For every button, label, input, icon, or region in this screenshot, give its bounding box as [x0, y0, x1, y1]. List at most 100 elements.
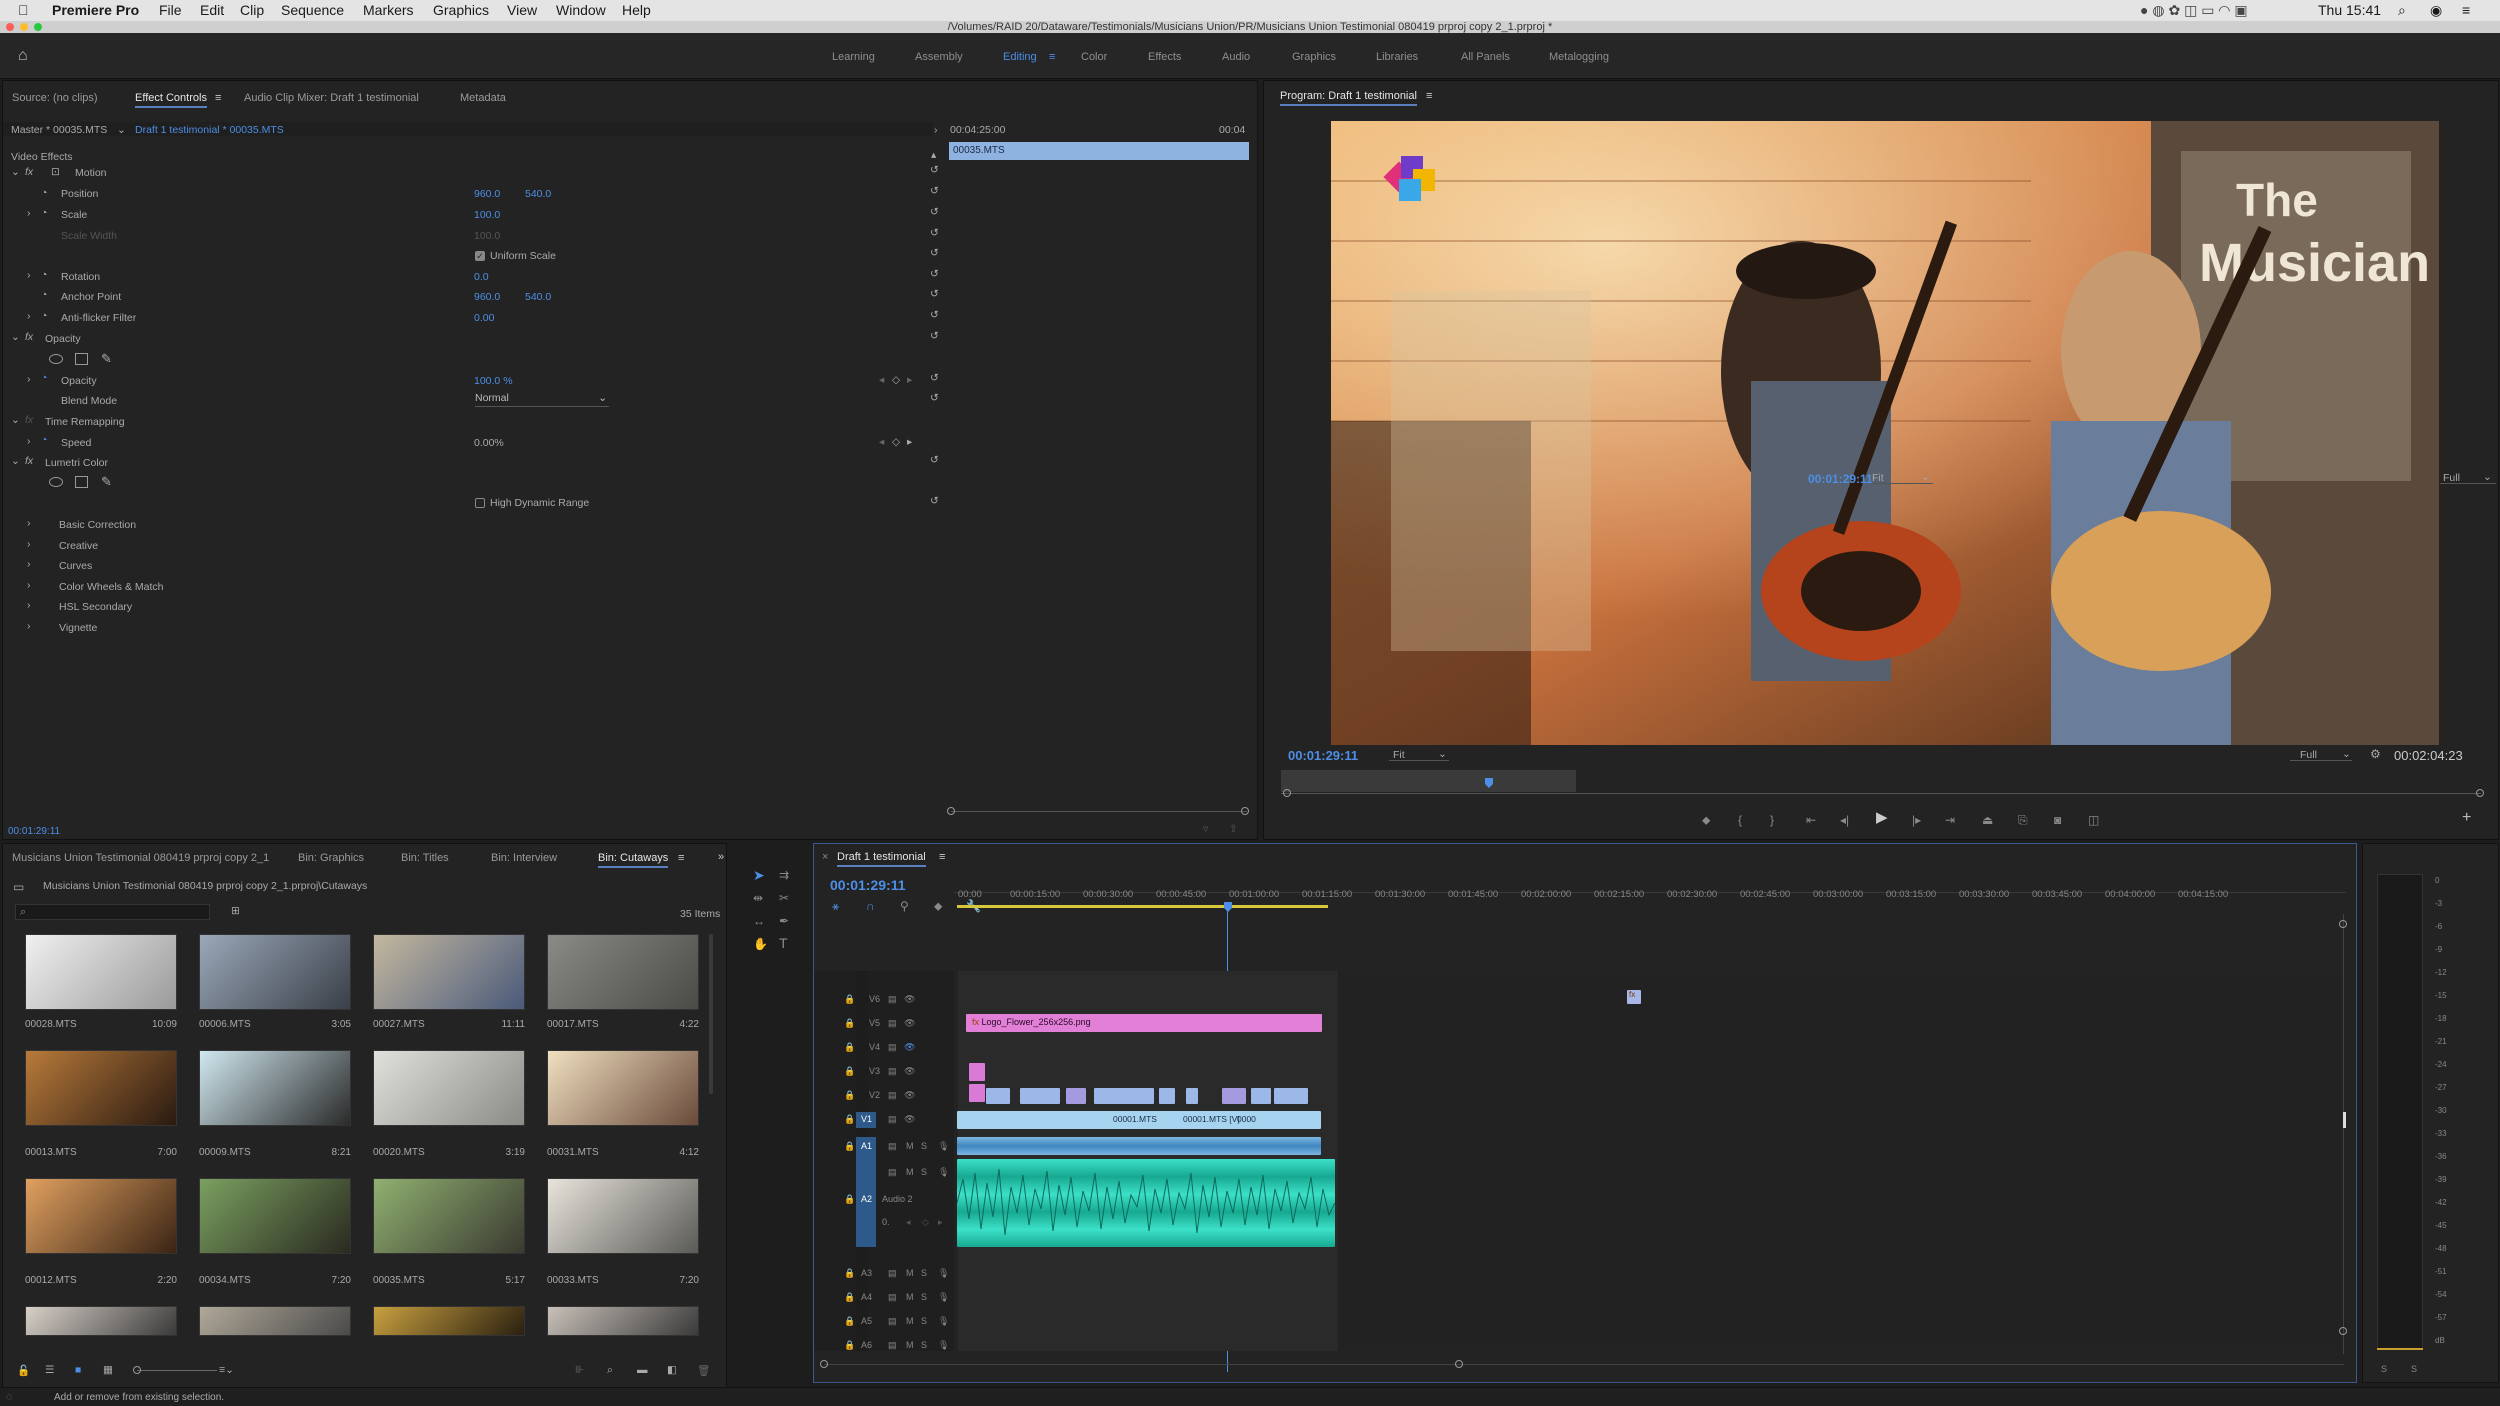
stopwatch-icon[interactable]: ◔ [41, 289, 47, 301]
clip-thumbnail[interactable] [25, 1178, 177, 1254]
panel-menu-icon[interactable]: ≡ [215, 92, 221, 104]
expand-icon[interactable]: › [27, 538, 31, 550]
vertical-scroll-handle[interactable] [2339, 1327, 2347, 1335]
pen-tool-icon[interactable]: ✒ [779, 915, 789, 927]
list-view-icon[interactable]: ☰ [45, 1364, 54, 1376]
solo-right-button[interactable]: S [2411, 1364, 2417, 1374]
horizontal-scrollbar[interactable] [824, 1364, 2344, 1365]
panel-menu-icon[interactable]: ≡ [939, 851, 945, 863]
menu-clip[interactable]: Clip [240, 2, 264, 18]
sync-lock-icon[interactable]: ▤ [888, 1340, 897, 1351]
tab-bin-graphics[interactable]: Bin: Graphics [298, 852, 364, 864]
zoom-scrollbar[interactable] [951, 811, 1247, 812]
v2-clip[interactable] [1186, 1088, 1198, 1104]
step-back-icon[interactable]: ◂| [1840, 814, 1849, 826]
v2-clip[interactable] [969, 1084, 985, 1102]
solo-button[interactable]: S [921, 1268, 927, 1278]
stopwatch-icon[interactable]: ◔ [41, 269, 47, 281]
track-label-v2[interactable]: V2 [869, 1090, 880, 1100]
lock-icon[interactable]: 🔒 [844, 1018, 855, 1029]
speed-value[interactable]: 0.00% [474, 437, 504, 449]
pen-mask-icon[interactable]: ✎ [101, 351, 112, 367]
track-label-v1[interactable]: V1 [861, 1114, 872, 1124]
audio-2-volume[interactable]: 0. [882, 1217, 890, 1227]
next-keyframe-icon[interactable]: ▸ [907, 436, 912, 448]
icon-view-icon[interactable]: ■ [75, 1364, 81, 1376]
rectangle-mask-icon[interactable] [75, 476, 88, 488]
mute-button[interactable]: M [906, 1141, 914, 1151]
nest-toggle-icon[interactable]: ⚹ [832, 900, 839, 912]
expand-icon[interactable]: › [27, 558, 31, 570]
add-keyframe-icon[interactable]: ◇ [892, 436, 900, 448]
minimize-window-button[interactable] [20, 23, 28, 31]
mark-out-icon[interactable]: } [1770, 814, 1774, 826]
mic-icon[interactable]: 🎙 [938, 1316, 949, 1327]
go-to-in-icon[interactable]: ⇤ [1806, 814, 1816, 826]
tab-effect-controls[interactable]: Effect Controls [135, 92, 207, 108]
status-icons[interactable]: ● ◍ ✿ ◫ ▭ ◠ ▣ [2140, 2, 2248, 19]
thumbnail-size-slider[interactable] [137, 1370, 217, 1371]
clip-thumbnail[interactable] [199, 1306, 351, 1336]
tab-bin-interview[interactable]: Bin: Interview [491, 852, 557, 864]
track-label-v6[interactable]: V6 [869, 994, 880, 1004]
lock-icon[interactable]: 🔓 [17, 1364, 30, 1377]
lock-icon[interactable]: 🔒 [844, 1114, 855, 1125]
expand-icon[interactable]: › [27, 310, 31, 322]
rotation-value[interactable]: 0.0 [474, 271, 489, 283]
panel-menu-icon[interactable]: ≡ [678, 852, 684, 864]
lock-icon[interactable]: 🔒 [844, 1268, 855, 1279]
tab-source[interactable]: Source: (no clips) [12, 92, 98, 104]
automate-icon[interactable]: ⊪ [575, 1364, 584, 1376]
play-icon[interactable]: ▶ [1876, 810, 1888, 825]
lock-icon[interactable]: 🔒 [844, 1141, 855, 1152]
menu-markers[interactable]: Markers [363, 2, 414, 18]
a1-audio-clip[interactable] [957, 1137, 1321, 1155]
fx-icon[interactable]: fx [25, 331, 33, 343]
dropdown-icon[interactable]: ⌄ [117, 124, 126, 136]
clip-thumbnail[interactable] [199, 1178, 351, 1254]
clip-thumbnail[interactable] [373, 934, 525, 1010]
lock-icon[interactable]: 🔒 [844, 1090, 855, 1101]
menu-view[interactable]: View [507, 2, 537, 18]
timeline-title[interactable]: Draft 1 testimonial [837, 851, 926, 867]
lock-icon[interactable]: 🔒 [844, 1042, 855, 1053]
clip-thumbnail[interactable] [373, 1178, 525, 1254]
workspace-learning[interactable]: Learning [832, 51, 875, 63]
v2-clip[interactable] [1274, 1088, 1308, 1104]
logo-clip[interactable]: fx Logo_Flower_256x256.png [966, 1014, 1322, 1032]
vignette[interactable]: Vignette [59, 622, 97, 634]
clip-thumbnail[interactable] [373, 1050, 525, 1126]
timeline-timecode[interactable]: 00:01:29:11 [830, 877, 906, 893]
uniform-scale-checkbox[interactable]: ✓ [475, 251, 485, 261]
home-icon[interactable]: ⌂ [18, 47, 28, 65]
sequence-clip-name[interactable]: Draft 1 testimonial * 00035.MTS [135, 124, 284, 136]
add-button-icon[interactable]: + [2462, 810, 2471, 826]
prev-keyframe-icon[interactable]: ◂ [879, 436, 884, 448]
mic-icon[interactable]: 🎙 [938, 1268, 949, 1279]
tab-audio-clip-mixer[interactable]: Audio Clip Mixer: Draft 1 testimonial [244, 92, 419, 104]
reset-icon[interactable]: ↺ [930, 206, 939, 218]
v2-clip[interactable] [1094, 1088, 1154, 1104]
add-marker-icon[interactable]: ⬥ [934, 900, 942, 912]
color-wheels-match[interactable]: Color Wheels & Match [59, 581, 163, 593]
reset-icon[interactable]: ↺ [930, 309, 939, 321]
more-panels-icon[interactable]: » [718, 851, 724, 863]
reset-icon[interactable]: ↺ [930, 247, 939, 259]
solo-button[interactable]: S [921, 1292, 927, 1302]
sort-icon[interactable]: ≡⌄ [219, 1364, 234, 1376]
video-frame[interactable]: The Musician [1331, 121, 2439, 745]
collapse-arrow-icon[interactable]: › [934, 124, 938, 136]
razor-tool-icon[interactable]: ✂ [779, 892, 789, 904]
clock[interactable]: Thu 15:41 [2318, 2, 2381, 18]
selection-tool-icon[interactable]: ➤ [753, 868, 765, 882]
next-keyframe-icon[interactable]: ▸ [938, 1217, 943, 1228]
apple-icon[interactable]:  [18, 2, 29, 18]
sync-lock-icon[interactable]: ▤ [888, 1167, 897, 1178]
zoom-window-button[interactable] [34, 23, 42, 31]
scrub-handle-left[interactable] [1283, 789, 1291, 797]
solo-button[interactable]: S [921, 1316, 927, 1326]
expand-motion-icon[interactable]: ⌄ [11, 166, 20, 178]
delete-icon[interactable]: 🗑 [697, 1364, 710, 1377]
menu-window[interactable]: Window [556, 2, 606, 18]
control-center-icon[interactable]: ≡ [2462, 2, 2470, 18]
